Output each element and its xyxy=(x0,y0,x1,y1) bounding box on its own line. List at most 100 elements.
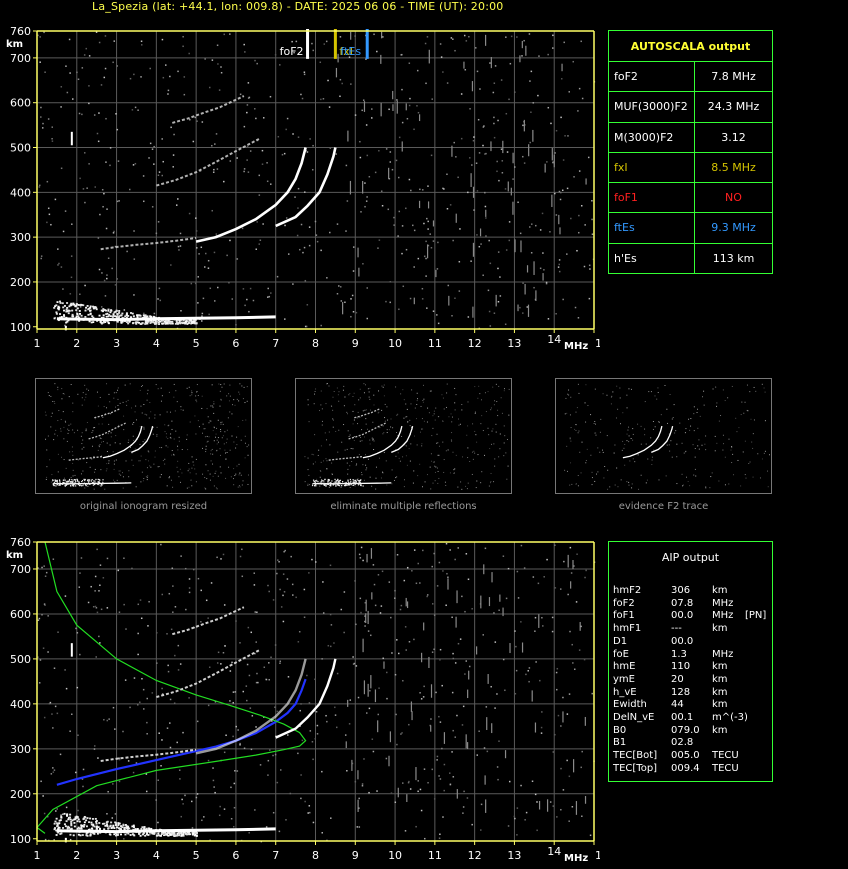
noise-dot xyxy=(647,458,649,460)
noise-dot xyxy=(368,175,371,178)
noise-dot xyxy=(49,701,52,704)
noise-streak xyxy=(455,213,457,223)
autoscala-label: foF2 xyxy=(609,62,695,92)
e-region-echo xyxy=(89,309,92,312)
noise-dot xyxy=(177,70,179,73)
noise-dot xyxy=(121,472,123,474)
noise-dot xyxy=(457,486,459,488)
noise-dot xyxy=(229,384,231,386)
noise-dot xyxy=(134,448,136,450)
noise-dot xyxy=(116,200,119,203)
noise-dot xyxy=(100,438,102,440)
noise-dot xyxy=(473,450,475,452)
noise-dot xyxy=(137,704,139,706)
noise-dot xyxy=(108,393,110,395)
noise-dot xyxy=(189,472,191,474)
noise-dot xyxy=(431,603,434,605)
noise-dot xyxy=(521,55,523,57)
e-region-echo xyxy=(69,813,72,816)
e-region-echo xyxy=(345,484,347,486)
noise-dot xyxy=(447,449,449,451)
noise-dot xyxy=(307,812,309,814)
noise-dot xyxy=(343,591,346,593)
noise-dot xyxy=(452,657,455,660)
noise-dot xyxy=(98,268,101,271)
noise-dot xyxy=(429,466,431,468)
noise-dot xyxy=(180,815,183,818)
x-axis-unit: MHz xyxy=(564,853,588,864)
noise-dot xyxy=(493,612,495,614)
noise-dot xyxy=(379,427,381,429)
noise-dot xyxy=(552,47,554,49)
aip-row: D1 00.0 xyxy=(613,635,771,648)
noise-dot xyxy=(445,484,447,486)
noise-dot xyxy=(413,128,415,131)
noise-dot xyxy=(140,481,142,483)
noise-dot xyxy=(101,188,104,191)
noise-dot xyxy=(319,485,321,487)
e-region-echo xyxy=(107,322,110,325)
noise-dot xyxy=(628,441,630,443)
noise-dot xyxy=(144,413,146,415)
noise-dot xyxy=(62,230,65,233)
e-region-echo xyxy=(71,479,73,481)
noise-streak xyxy=(507,181,509,192)
noise-dot xyxy=(98,41,101,44)
noise-dot xyxy=(147,625,149,627)
noise-dot xyxy=(331,473,333,475)
noise-dot xyxy=(287,734,289,736)
noise-dot xyxy=(306,151,309,153)
e-region-echo xyxy=(85,306,88,309)
noise-dot xyxy=(650,437,652,439)
noise-dot xyxy=(259,239,262,241)
noise-dot xyxy=(43,716,46,719)
noise-dot xyxy=(354,114,357,116)
noise-dot xyxy=(583,265,586,268)
noise-dot xyxy=(409,788,412,790)
noise-dot xyxy=(292,133,294,135)
noise-dot xyxy=(396,639,398,641)
noise-dot xyxy=(117,389,119,391)
noise-dot xyxy=(701,444,703,446)
noise-dot xyxy=(574,428,576,430)
noise-dot xyxy=(60,814,62,816)
noise-dot xyxy=(471,823,473,826)
noise-dot xyxy=(116,479,118,481)
e-region-echo xyxy=(115,834,118,837)
aip-value: 005.0 xyxy=(671,750,700,762)
noise-dot xyxy=(493,116,495,119)
e-region-echo xyxy=(87,479,89,481)
noise-streak xyxy=(533,261,535,275)
noise-dot xyxy=(474,386,476,388)
noise-dot xyxy=(168,592,171,595)
noise-dot xyxy=(233,484,235,486)
noise-dot xyxy=(243,125,246,128)
noise-dot xyxy=(379,612,382,614)
noise-dot xyxy=(497,778,499,781)
noise-dot xyxy=(182,45,184,48)
noise-dot xyxy=(216,439,218,441)
thumbnail-multiple-reflections xyxy=(295,378,512,494)
noise-dot xyxy=(146,414,148,416)
noise-dot xyxy=(578,214,580,217)
noise-dot xyxy=(389,151,392,153)
e-region-echo xyxy=(336,479,338,482)
noise-dot xyxy=(547,106,550,109)
noise-dot xyxy=(65,65,67,67)
noise-dot xyxy=(434,471,436,473)
noise-dot xyxy=(69,293,72,295)
noise-dot xyxy=(240,439,242,441)
noise-dot xyxy=(307,399,309,401)
noise-dot xyxy=(61,456,63,458)
noise-dot xyxy=(417,475,419,477)
noise-dot xyxy=(714,435,716,437)
noise-dot xyxy=(368,707,371,710)
noise-dot xyxy=(534,793,537,796)
e-region-echo xyxy=(115,309,118,312)
e-region-echo xyxy=(179,832,182,835)
noise-dot xyxy=(412,224,414,227)
noise-dot xyxy=(541,616,543,619)
e-region-echo xyxy=(77,818,80,821)
noise-dot xyxy=(108,718,110,720)
noise-dot xyxy=(291,40,293,43)
